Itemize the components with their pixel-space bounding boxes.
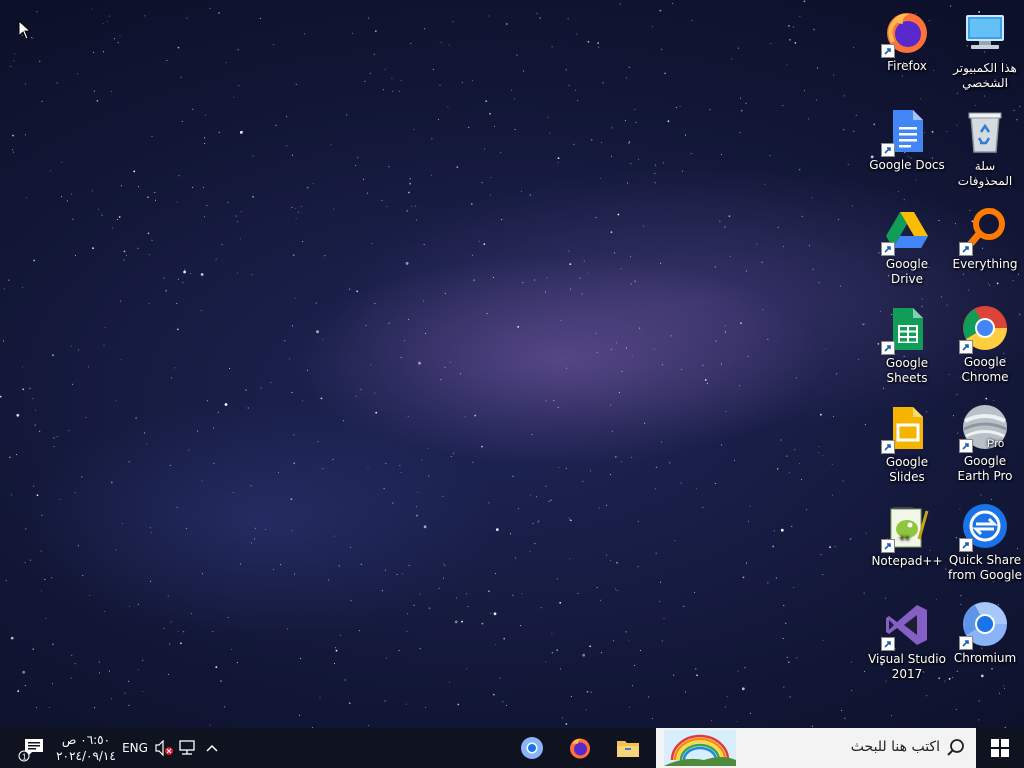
folder-icon [617, 741, 639, 757]
notepad-plus-plus-icon: ++ [881, 503, 931, 553]
recycle-bin-icon [961, 108, 1009, 156]
desktop-icon-google-docs[interactable]: Google Docs [868, 107, 946, 173]
quick-share-icon [959, 502, 1009, 552]
taskbar-file-explorer[interactable] [604, 728, 652, 768]
google-drive-icon [881, 206, 931, 256]
everything-icon [959, 206, 1009, 256]
shortcut-arrow-icon [881, 637, 895, 651]
chromium-icon [521, 737, 543, 759]
desktop-icon-google-sheets[interactable]: Google Sheets [868, 305, 946, 386]
windows-logo-icon [991, 739, 1009, 757]
desktop-icon-notepad-plus-plus[interactable]: ++ Notepad++ [868, 503, 946, 569]
volume-muted-icon [155, 740, 173, 756]
chrome-icon [959, 304, 1009, 354]
start-button[interactable] [976, 728, 1024, 768]
desktop-icon-label: Quick Share from Google [947, 553, 1023, 582]
desktop[interactable]: هذا الكمبيوتر الشخصي سلة المحذوفات Every… [0, 0, 1024, 728]
network-button[interactable] [176, 728, 200, 768]
clock-time: ٠٦:٥٠ ص [61, 733, 111, 747]
desktop-icon-firefox[interactable]: Firefox [868, 8, 946, 74]
desktop-icon-label: Google Earth Pro [957, 454, 1013, 483]
clock[interactable]: ٠٦:٥٠ ص ٢٠٢٤/٠٩/١٤ [56, 728, 116, 768]
notification-icon: 1 [18, 739, 43, 762]
svg-text:++: ++ [899, 533, 910, 543]
shortcut-arrow-icon [881, 143, 895, 157]
desktop-icon-label: سلة المحذوفات [957, 159, 1013, 188]
volume-button[interactable] [152, 728, 176, 768]
google-sheets-icon [881, 305, 931, 355]
firefox-icon [570, 738, 590, 759]
clock-date: ٢٠٢٤/٠٩/١٤ [56, 749, 116, 763]
desktop-icon-label: هذا الكمبيوتر الشخصي [953, 61, 1017, 90]
desktop-icon-label: Firefox [887, 59, 927, 73]
shortcut-arrow-icon [881, 242, 895, 256]
search-highlight-rainbow-icon [664, 730, 736, 766]
desktop-icon-quick-share[interactable]: Quick Share from Google [946, 502, 1024, 583]
language-label: ENG [122, 741, 148, 755]
shortcut-arrow-icon [881, 539, 895, 553]
shortcut-arrow-icon [881, 341, 895, 355]
taskbar-chromium[interactable] [508, 728, 556, 768]
desktop-icon-google-earth-pro[interactable]: Pro Google Earth Pro [946, 403, 1024, 484]
this-pc-icon [961, 10, 1009, 58]
shortcut-arrow-icon [959, 538, 973, 552]
desktop-icon-label: Chromium [953, 651, 1017, 665]
svg-text:Pro: Pro [987, 438, 1004, 450]
shortcut-arrow-icon [959, 340, 973, 354]
desktop-icon-label: Everything [952, 257, 1018, 271]
firefox-icon [881, 8, 931, 58]
action-center-button[interactable]: 1 [12, 728, 52, 768]
visual-studio-icon [881, 601, 931, 651]
desktop-icon-everything[interactable]: Everything [946, 206, 1024, 272]
desktop-icon-google-drive[interactable]: Google Drive [868, 206, 946, 287]
show-hidden-icons-button[interactable] [200, 728, 224, 768]
taskbar-search-box[interactable]: اكتب هنا للبحث [656, 728, 976, 768]
shortcut-arrow-icon [959, 242, 973, 256]
desktop-icon-recycle-bin[interactable]: سلة المحذوفات [946, 108, 1024, 189]
desktop-icon-label: Google Slides [885, 455, 929, 484]
desktop-icon-google-chrome[interactable]: Google Chrome [946, 304, 1024, 385]
notification-count: 1 [22, 753, 27, 762]
search-icon [947, 739, 964, 756]
chevron-up-icon [206, 744, 218, 752]
desktop-icon-label: Google Drive [885, 257, 929, 286]
input-language-indicator[interactable]: ENG [118, 728, 152, 768]
desktop-icon-label: Visual Studio 2017 [868, 652, 946, 681]
desktop-icon-label: Google Sheets [885, 356, 929, 385]
shortcut-arrow-icon [881, 440, 895, 454]
taskbar: اكتب هنا للبحث ENG ٠٦:٥٠ ص ٢٠٢٤/٠٩/١٤ 1 [0, 728, 1024, 768]
google-docs-icon [881, 107, 931, 157]
mouse-cursor-icon [18, 20, 32, 40]
taskbar-firefox[interactable] [556, 728, 604, 768]
desktop-icon-google-slides[interactable]: Google Slides [868, 404, 946, 485]
network-icon [179, 740, 195, 755]
google-slides-icon [881, 404, 931, 454]
shortcut-arrow-icon [959, 439, 973, 453]
shortcut-arrow-icon [959, 636, 973, 650]
desktop-icon-visual-studio[interactable]: Visual Studio 2017 [868, 601, 946, 682]
search-placeholder: اكتب هنا للبحث [850, 739, 940, 755]
desktop-icon-label: Google Chrome [961, 355, 1009, 384]
desktop-icon-chromium[interactable]: Chromium [946, 600, 1024, 666]
desktop-icon-label: Notepad++ [871, 554, 943, 568]
google-earth-pro-icon: Pro [959, 403, 1009, 453]
desktop-icon-this-pc[interactable]: هذا الكمبيوتر الشخصي [946, 10, 1024, 91]
desktop-icon-label: Google Docs [869, 158, 945, 172]
shortcut-arrow-icon [881, 44, 895, 58]
chromium-icon [959, 600, 1009, 650]
